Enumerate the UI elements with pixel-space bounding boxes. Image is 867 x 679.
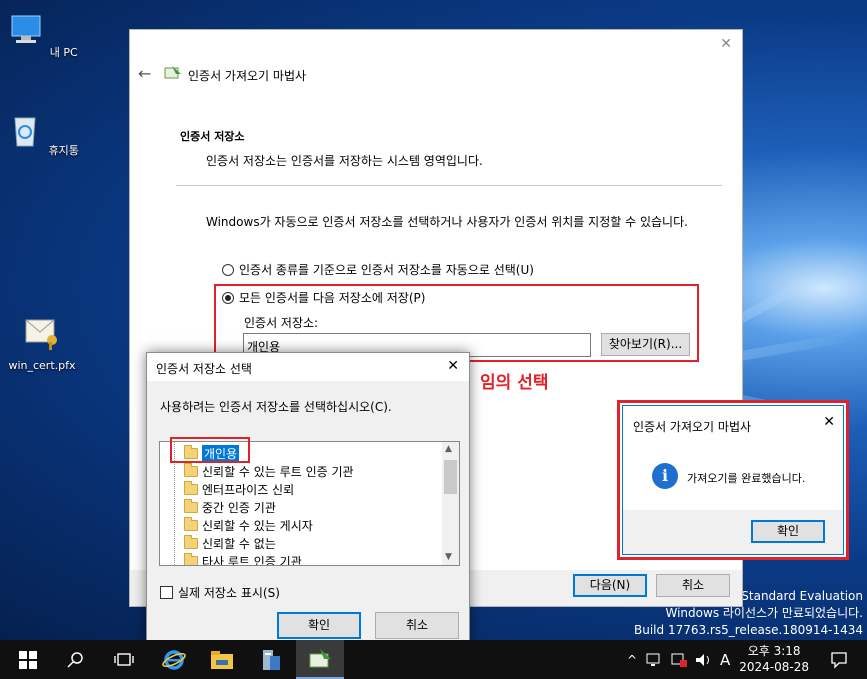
tree-item[interactable]: 중간 인증 기관 (184, 498, 276, 516)
certificate-file-icon (25, 319, 57, 350)
radio-button[interactable] (222, 263, 234, 276)
dialog-title: 인증서 가져오기 마법사 (633, 420, 752, 434)
info-icon: i (652, 463, 678, 489)
checkbox[interactable] (160, 586, 173, 599)
internet-explorer-icon (162, 649, 186, 670)
dialog-body: 인증서 가져오기 마법사 ✕ i 가져오기를 완료했습니다. 확인 (622, 405, 844, 555)
desktop-icon-label: 휴지통 (48, 144, 79, 157)
ok-button[interactable]: 확인 (751, 520, 825, 543)
desktop-icon-recycle-bin[interactable]: 휴지통 (2, 110, 82, 158)
folder-icon (184, 552, 198, 565)
desktop-icon-this-pc[interactable]: 내 PC (2, 12, 82, 60)
folder-icon (184, 534, 198, 549)
task-view-icon (114, 652, 134, 666)
section-title: 인증서 저장소 (180, 130, 245, 143)
taskbar-cert-wizard[interactable] (296, 640, 344, 679)
task-view-button[interactable] (100, 640, 148, 679)
tree-item[interactable]: 신뢰할 수 있는 루트 인증 기관 (184, 462, 354, 480)
highlight-store-option (214, 284, 699, 362)
tree-item-label: 타사 루트 인증 기관 (202, 554, 302, 566)
windows-logo-icon (19, 650, 37, 669)
folder-icon (184, 480, 198, 495)
tree-item-label: 신뢰할 수 있는 루트 인증 기관 (202, 464, 354, 479)
next-button[interactable]: 다음(N) (573, 574, 647, 597)
search-icon (67, 651, 83, 668)
cancel-button[interactable]: 취소 (656, 574, 730, 597)
import-complete-dialog: 인증서 가져오기 마법사 ✕ i 가져오기를 완료했습니다. 확인 (617, 400, 849, 560)
folder-icon (184, 516, 198, 531)
dialog-message: 가져오기를 완료했습니다. (687, 472, 806, 485)
annotation-label: 임의 선택 (480, 373, 549, 393)
clock[interactable]: 오후 3:18 2024-08-28 (739, 643, 809, 675)
scroll-down-icon[interactable]: ▼ (445, 552, 452, 562)
store-picker-dialog: 인증서 저장소 선택 ✕ 사용하려는 인증서 저장소를 선택하십시오(C). 개… (146, 352, 470, 642)
wizard-title: 인증서 가져오기 마법사 (188, 69, 307, 83)
desktop-icon-label: win_cert.pfx (8, 359, 76, 372)
scroll-up-icon[interactable]: ▲ (445, 444, 452, 454)
close-icon[interactable]: ✕ (720, 36, 732, 52)
server-manager-icon (263, 649, 280, 670)
cancel-button[interactable]: 취소 (375, 612, 459, 639)
desktop-icon-win-cert[interactable]: win_cert.pfx (2, 312, 82, 372)
search-button[interactable] (52, 640, 100, 679)
action-alert-icon[interactable] (670, 652, 688, 668)
volume-icon[interactable] (694, 652, 712, 668)
dialog-prompt: 사용하려는 인증서 저장소를 선택하십시오(C). (160, 400, 392, 414)
tree-item-label: 신뢰할 수 있는 게시자 (202, 518, 313, 533)
folder-icon (184, 498, 198, 513)
tree-item-label: 신뢰할 수 없는 (202, 536, 276, 551)
system-tray: ^ A (622, 640, 730, 679)
dialog-header: 인증서 저장소 선택 ✕ (147, 353, 469, 381)
folder-icon (184, 462, 198, 477)
ime-indicator[interactable]: A (720, 651, 730, 669)
notification-button[interactable] (815, 640, 863, 679)
watermark-line: Windows 라이선스가 만료되었습니다. (665, 606, 864, 620)
highlight-personal-store (170, 437, 250, 463)
certificate-wizard-icon (164, 66, 181, 79)
notification-icon (831, 651, 847, 669)
desktop-icon-label: 내 PC (49, 46, 78, 59)
tree-item-label: 엔터프라이즈 신뢰 (202, 482, 295, 497)
tree-item-label: 중간 인증 기관 (202, 500, 276, 515)
intro-text: Windows가 자동으로 인증서 저장소를 선택하거나 사용자가 인증서 위치… (206, 215, 688, 229)
network-icon[interactable] (646, 652, 664, 668)
close-icon[interactable]: ✕ (823, 414, 835, 430)
taskbar-ie[interactable] (150, 640, 198, 679)
taskbar: ^ A 오후 3:18 2024-08-28 (0, 640, 867, 679)
watermark-line: Build 17763.rs5_release.180914-1434 (634, 623, 863, 637)
clock-date: 2024-08-28 (739, 660, 809, 674)
back-arrow-icon[interactable]: ← (138, 64, 151, 83)
show-physical-checkbox[interactable]: 실제 저장소 표시(S) (160, 584, 280, 601)
taskbar-server-manager[interactable] (246, 640, 294, 679)
recycle-bin-icon (14, 117, 36, 147)
tree-item[interactable]: 엔터프라이즈 신뢰 (184, 480, 294, 498)
dialog-title: 인증서 저장소 선택 (156, 362, 252, 376)
radio-label: 인증서 종류를 기준으로 인증서 저장소를 자동으로 선택(U) (239, 263, 534, 277)
clock-time: 오후 3:18 (747, 644, 801, 658)
computer-icon (11, 15, 41, 43)
dialog-footer: 확인 (623, 510, 843, 554)
tree-item[interactable]: 신뢰할 수 없는 (184, 534, 276, 552)
file-explorer-icon (211, 650, 233, 669)
divider (176, 185, 722, 186)
checkbox-label: 실제 저장소 표시(S) (178, 586, 280, 600)
tree-item[interactable]: 타사 루트 인증 기관 (184, 552, 302, 566)
scroll-thumb[interactable] (444, 460, 457, 494)
radio-auto-select[interactable]: 인증서 종류를 기준으로 인증서 저장소를 자동으로 선택(U) (222, 261, 534, 278)
taskbar-explorer[interactable] (198, 640, 246, 679)
scrollbar[interactable]: ▲ ▼ (442, 442, 459, 565)
start-button[interactable] (4, 640, 52, 679)
ok-button[interactable]: 확인 (277, 612, 361, 639)
chevron-up-icon[interactable]: ^ (622, 653, 642, 667)
tree-item[interactable]: 신뢰할 수 있는 게시자 (184, 516, 313, 534)
section-description: 인증서 저장소는 인증서를 저장하는 시스템 영역입니다. (206, 154, 483, 168)
certificate-wizard-icon (309, 648, 331, 667)
close-icon[interactable]: ✕ (447, 358, 459, 374)
